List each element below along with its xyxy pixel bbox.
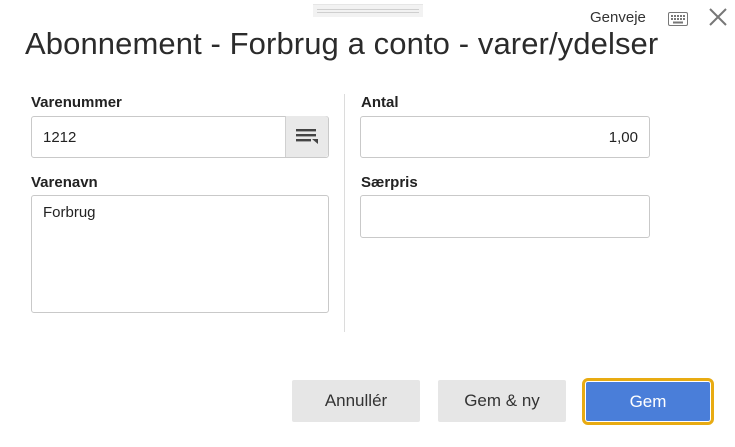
close-icon[interactable] (707, 6, 729, 28)
quantity-label: Antal (361, 94, 399, 111)
item-name-textarea[interactable]: Forbrug (31, 195, 329, 313)
page-title: Abonnement - Forbrug a conto - varer/yde… (25, 26, 659, 61)
item-number-label: Varenummer (31, 94, 122, 111)
quantity-input[interactable] (360, 116, 650, 158)
save-button[interactable]: Gem (582, 378, 714, 425)
shortcuts-link[interactable]: Genveje (590, 9, 646, 26)
save-and-new-button[interactable]: Gem & ny (438, 380, 566, 422)
special-price-label: Særpris (361, 174, 418, 191)
column-divider (344, 94, 345, 332)
cancel-button[interactable]: Annullér (292, 380, 420, 422)
keyboard-icon[interactable] (668, 12, 688, 26)
item-name-label: Varenavn (31, 174, 98, 191)
list-lookup-icon (296, 129, 318, 144)
dialog-drag-handle[interactable] (313, 4, 423, 17)
special-price-input[interactable] (360, 195, 650, 238)
item-lookup-button[interactable] (285, 116, 328, 157)
